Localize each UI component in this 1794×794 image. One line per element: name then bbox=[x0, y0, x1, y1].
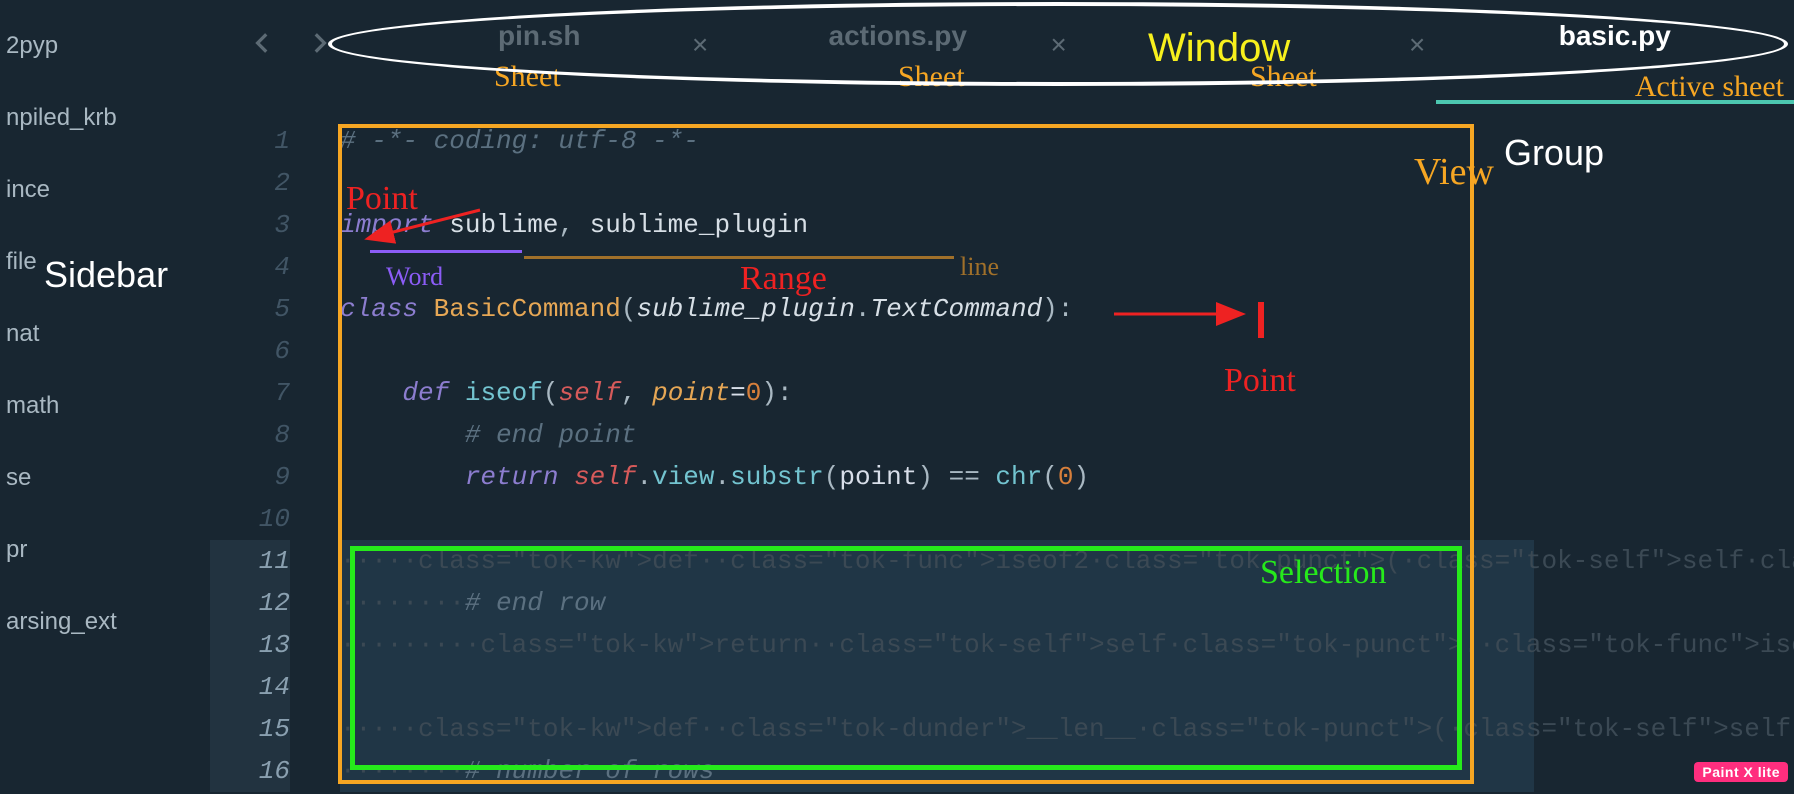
line-gutter: 1 2 3 4 5 6 7 8 9 10 11 12 13 14 15 16 bbox=[210, 120, 310, 792]
tab-title: actions.py bbox=[829, 20, 967, 52]
line-number: 7 bbox=[210, 372, 290, 414]
annotation-word-underline bbox=[370, 250, 522, 253]
line-number: 13 bbox=[210, 624, 290, 666]
line-number: 11 bbox=[210, 540, 290, 582]
line-number: 10 bbox=[210, 498, 290, 540]
annotation-point: Point bbox=[346, 180, 418, 218]
close-icon[interactable]: × bbox=[1050, 32, 1067, 63]
code-line[interactable] bbox=[340, 330, 1534, 372]
watermark: Paint X lite bbox=[1694, 762, 1788, 782]
annotation-view: View bbox=[1414, 150, 1494, 194]
annotation-sheet: Sheet bbox=[898, 60, 965, 94]
line-number: 2 bbox=[210, 162, 290, 204]
line-number: 15 bbox=[210, 708, 290, 750]
code-line[interactable] bbox=[340, 666, 1534, 708]
annotation-line-underline bbox=[524, 256, 954, 259]
annotation-active-sheet: Active sheet bbox=[1635, 70, 1784, 104]
line-number: 4 bbox=[210, 246, 290, 288]
line-number: 6 bbox=[210, 330, 290, 372]
annotation-word: Word bbox=[386, 262, 443, 292]
tab-history-nav bbox=[250, 30, 332, 56]
annotation-window: Window bbox=[1148, 26, 1290, 71]
line-number: 9 bbox=[210, 456, 290, 498]
tab-bar: pin.sh × actions.py × × basic.py bbox=[360, 0, 1794, 100]
chevron-left-icon[interactable] bbox=[250, 30, 276, 56]
sidebar-item[interactable]: ince bbox=[0, 154, 210, 226]
code-line[interactable]: class BasicCommand(sublime_plugin.TextCo… bbox=[340, 288, 1534, 330]
line-number: 12 bbox=[210, 582, 290, 624]
sidebar: 2pyp npiled_krb ince file nat math se pr… bbox=[0, 0, 210, 794]
code-line[interactable]: def iseof(self, point=0): bbox=[340, 372, 1534, 414]
close-icon[interactable]: × bbox=[692, 32, 709, 63]
sidebar-item[interactable]: nat bbox=[0, 298, 210, 370]
sidebar-item[interactable]: npiled_krb bbox=[0, 82, 210, 154]
code-line[interactable]: ········# number of rows bbox=[340, 750, 1534, 792]
code-area[interactable]: # -*- coding: utf-8 -*- import sublime, s… bbox=[340, 120, 1534, 792]
sidebar-item[interactable]: se bbox=[0, 442, 210, 514]
code-line[interactable]: return self.view.substr(point) == chr(0) bbox=[340, 456, 1534, 498]
chevron-right-icon[interactable] bbox=[306, 30, 332, 56]
annotation-cursor bbox=[1258, 302, 1264, 338]
line-number: 14 bbox=[210, 666, 290, 708]
annotation-line: line bbox=[960, 252, 999, 282]
sidebar-item[interactable]: arsing_ext bbox=[0, 586, 210, 658]
code-line[interactable]: import sublime, sublime_plugin bbox=[340, 204, 1534, 246]
line-number: 3 bbox=[210, 204, 290, 246]
line-number: 1 bbox=[210, 120, 290, 162]
annotation-range: Range bbox=[740, 260, 827, 298]
annotation-point: Point bbox=[1224, 362, 1296, 400]
close-icon[interactable]: × bbox=[1409, 32, 1426, 63]
line-number: 16 bbox=[210, 750, 290, 792]
code-editor[interactable]: 1 2 3 4 5 6 7 8 9 10 11 12 13 14 15 16 #… bbox=[210, 120, 1534, 794]
sidebar-item[interactable]: 2pyp bbox=[0, 10, 210, 82]
tab-title: pin.sh bbox=[498, 20, 580, 52]
line-number: 5 bbox=[210, 288, 290, 330]
code-line[interactable] bbox=[340, 498, 1534, 540]
code-line[interactable]: ·········class="tok-kw">return··class="t… bbox=[340, 624, 1534, 666]
tab-title: basic.py bbox=[1559, 20, 1671, 52]
code-line[interactable]: # end point bbox=[340, 414, 1534, 456]
annotation-sheet: Sheet bbox=[494, 60, 561, 94]
annotation-selection: Selection bbox=[1260, 554, 1387, 592]
sidebar-item[interactable]: pr bbox=[0, 514, 210, 586]
annotation-sidebar: Sidebar bbox=[40, 254, 172, 296]
code-line[interactable]: # -*- coding: utf-8 -*- bbox=[340, 120, 1534, 162]
line-number: 8 bbox=[210, 414, 290, 456]
sidebar-item[interactable]: math bbox=[0, 370, 210, 442]
code-line[interactable] bbox=[340, 162, 1534, 204]
code-line[interactable]: ·····class="tok-kw">def··class="tok-dund… bbox=[340, 708, 1534, 750]
